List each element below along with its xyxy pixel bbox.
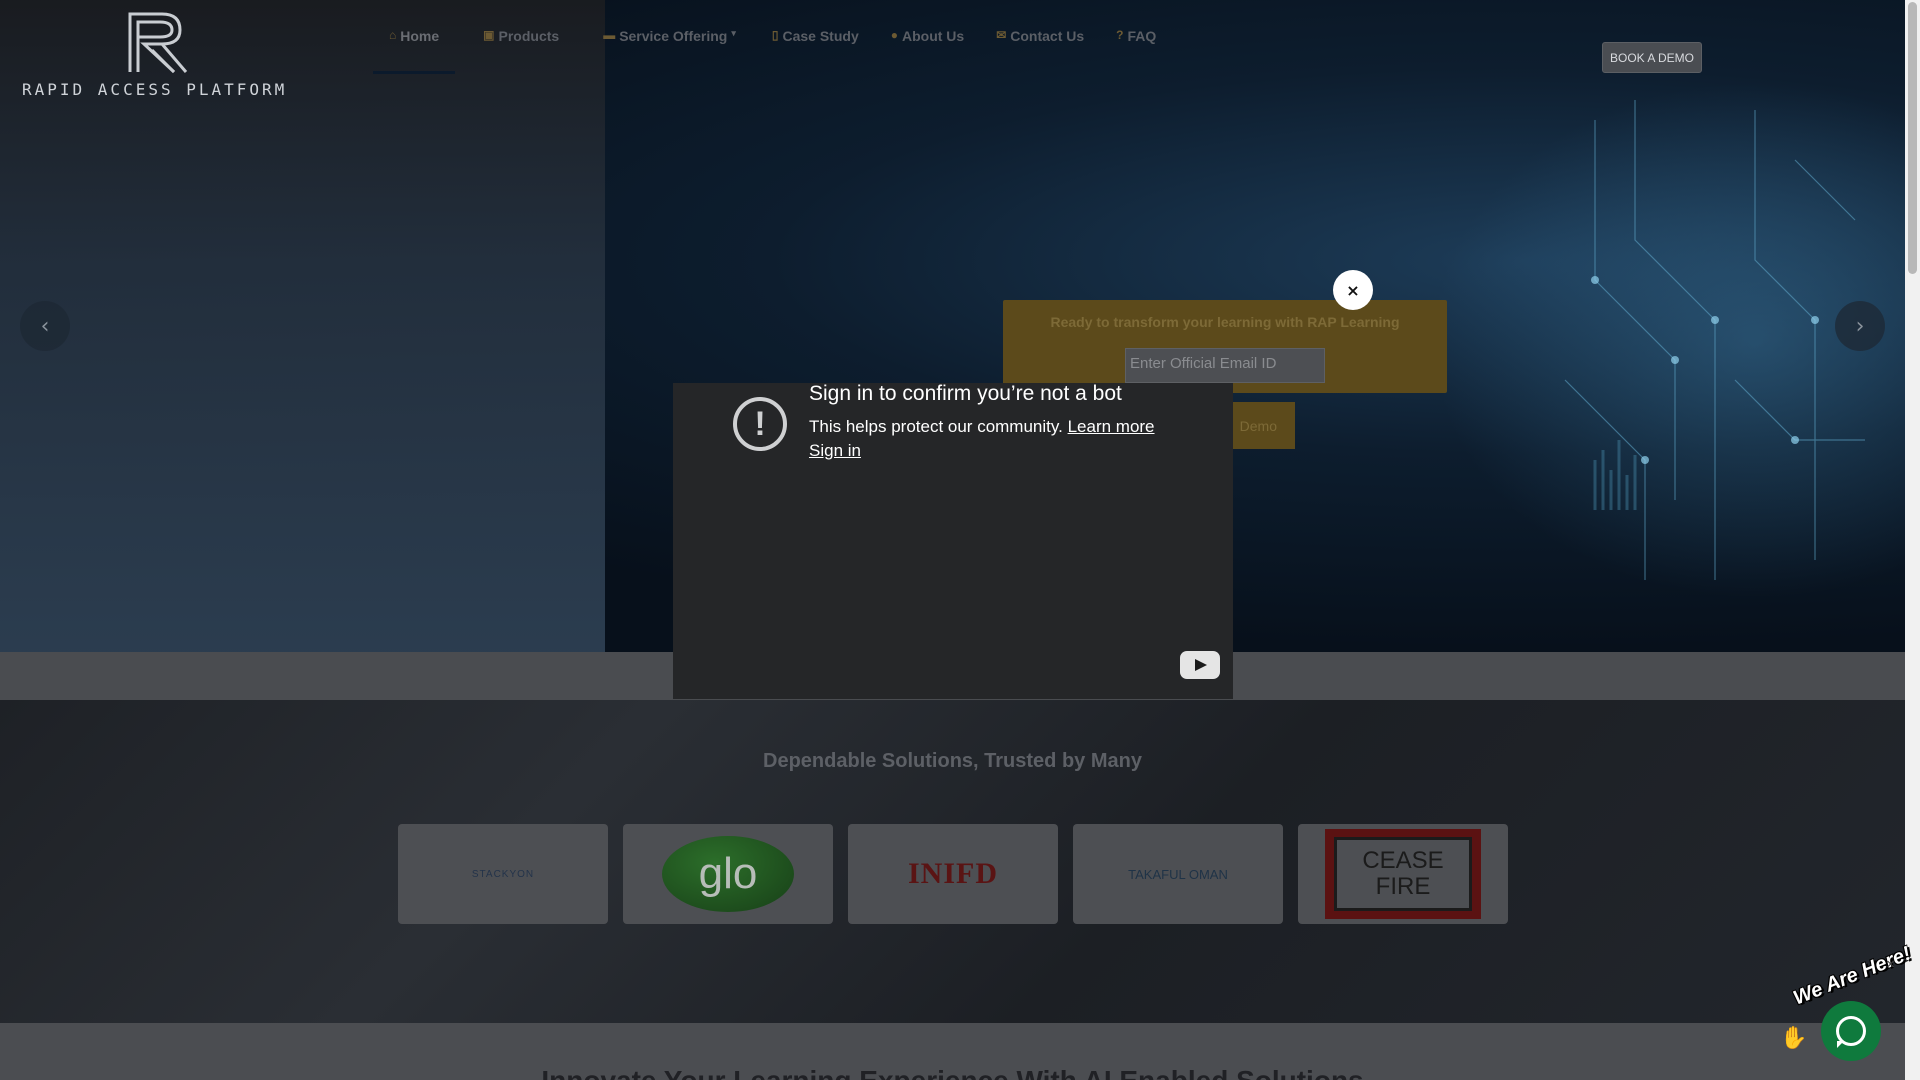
stackyon-logo: STACKYON (471, 868, 535, 880)
alert-icon: ! (733, 397, 787, 451)
chevron-down-icon: ▾ (731, 28, 736, 38)
nav-products-label: Products (498, 28, 560, 44)
book-demo-button[interactable]: BOOK A DEMO (1602, 42, 1702, 73)
nav-service-offering-label: Service Offering (619, 28, 728, 44)
video-embed[interactable]: ! Sign in to confirm you’re not a bot Th… (673, 382, 1233, 699)
nav-home[interactable]: ⌂ Home (373, 22, 456, 74)
youtube-play-icon[interactable] (1180, 651, 1220, 679)
chat-close-icon[interactable]: ✕ (1886, 958, 1895, 971)
nav-about-us[interactable]: ● About Us (875, 22, 980, 74)
envelope-icon: ✉ (996, 28, 1007, 42)
carousel-prev-button[interactable]: ‹ (20, 301, 70, 351)
chat-button[interactable] (1821, 1001, 1881, 1061)
cart-icon: ▣ (483, 28, 495, 42)
demo-form: Ready to transform your learning with RA… (1003, 300, 1447, 393)
cease-fire-logo-text: CEASE FIRE (1362, 847, 1444, 900)
client-logo-cease-fire: CEASE FIRE (1298, 824, 1508, 924)
clients-section: Dependable Solutions, Trusted by Many ST… (0, 700, 1905, 1023)
nav-home-label: Home (400, 28, 440, 44)
nav-case-study-label: Case Study (782, 28, 859, 44)
circuit-graphic (1564, 100, 1865, 580)
learn-more-link[interactable]: Learn more (1068, 417, 1155, 436)
nav-contact-us[interactable]: ✉ Contact Us (980, 22, 1100, 74)
glo-logo: glo (662, 836, 794, 912)
page-scrollbar[interactable] (1905, 0, 1920, 1080)
question-icon: ? (1116, 28, 1124, 42)
video-signin-subtitle-text: This helps protect our community. (809, 417, 1063, 436)
nav-service-offering[interactable]: ▬ Service Offering ▾ (587, 22, 752, 74)
briefcase-icon: ▬ (603, 28, 616, 42)
nav-products[interactable]: ▣ Products (467, 22, 575, 74)
video-signin-subtitle: This helps protect our community. Learn … (809, 417, 1155, 437)
clients-title: Dependable Solutions, Trusted by Many (763, 750, 1142, 772)
client-logo-glo: glo (623, 824, 833, 924)
glo-logo-text: glo (698, 849, 758, 898)
logo-text: RAPID ACCESS PLATFORM (22, 80, 288, 99)
nav-about-us-label: About Us (901, 28, 965, 44)
close-icon[interactable]: × (1333, 270, 1373, 310)
takaful-oman-logo: TAKAFUL OMAN (1128, 866, 1228, 882)
waving-hand-icon: ✋ (1780, 1026, 1808, 1051)
client-logos: STACKYON glo INIFD TAKAFUL OMAN CEASE FI… (398, 824, 1508, 924)
info-icon: ● (890, 28, 898, 42)
next-section: Innovate Your Learning Experience With A… (0, 1023, 1905, 1080)
nav-faq[interactable]: ? FAQ (1100, 22, 1172, 74)
demo-form-heading: Ready to transform your learning with RA… (1050, 314, 1400, 330)
cease-fire-logo: CEASE FIRE (1325, 829, 1481, 919)
nav-case-study[interactable]: ▯ Case Study (756, 22, 875, 74)
chevron-left-icon: ‹ (40, 313, 50, 339)
inifd-logo: INIFD (907, 857, 998, 890)
nav-contact-us-label: Contact Us (1010, 28, 1085, 44)
carousel-next-button[interactable]: › (1835, 301, 1885, 351)
logo-r-icon (128, 12, 188, 74)
next-section-heading: Innovate Your Learning Experience With A… (0, 1065, 1905, 1080)
sign-in-link[interactable]: Sign in (809, 441, 861, 461)
home-icon: ⌂ (389, 28, 397, 42)
client-logo-takaful-oman: TAKAFUL OMAN (1073, 824, 1283, 924)
chat-bubble-icon (1836, 1016, 1866, 1048)
scrollbar-thumb[interactable] (1908, 2, 1917, 274)
client-logo-inifd: INIFD (848, 824, 1058, 924)
book-icon: ▯ (771, 28, 779, 42)
main-nav: ⌂ Home ▣ Products ▬ Service Offering ▾ ▯… (373, 22, 1172, 74)
video-signin-title: Sign in to confirm you’re not a bot (809, 382, 1122, 405)
email-field[interactable]: Enter Official Email ID (1125, 348, 1325, 383)
client-logo-stackyon: STACKYON (398, 824, 608, 924)
nav-faq-label: FAQ (1127, 28, 1157, 44)
site-logo[interactable]: RAPID ACCESS PLATFORM (22, 10, 297, 100)
chevron-right-icon: › (1855, 313, 1865, 339)
